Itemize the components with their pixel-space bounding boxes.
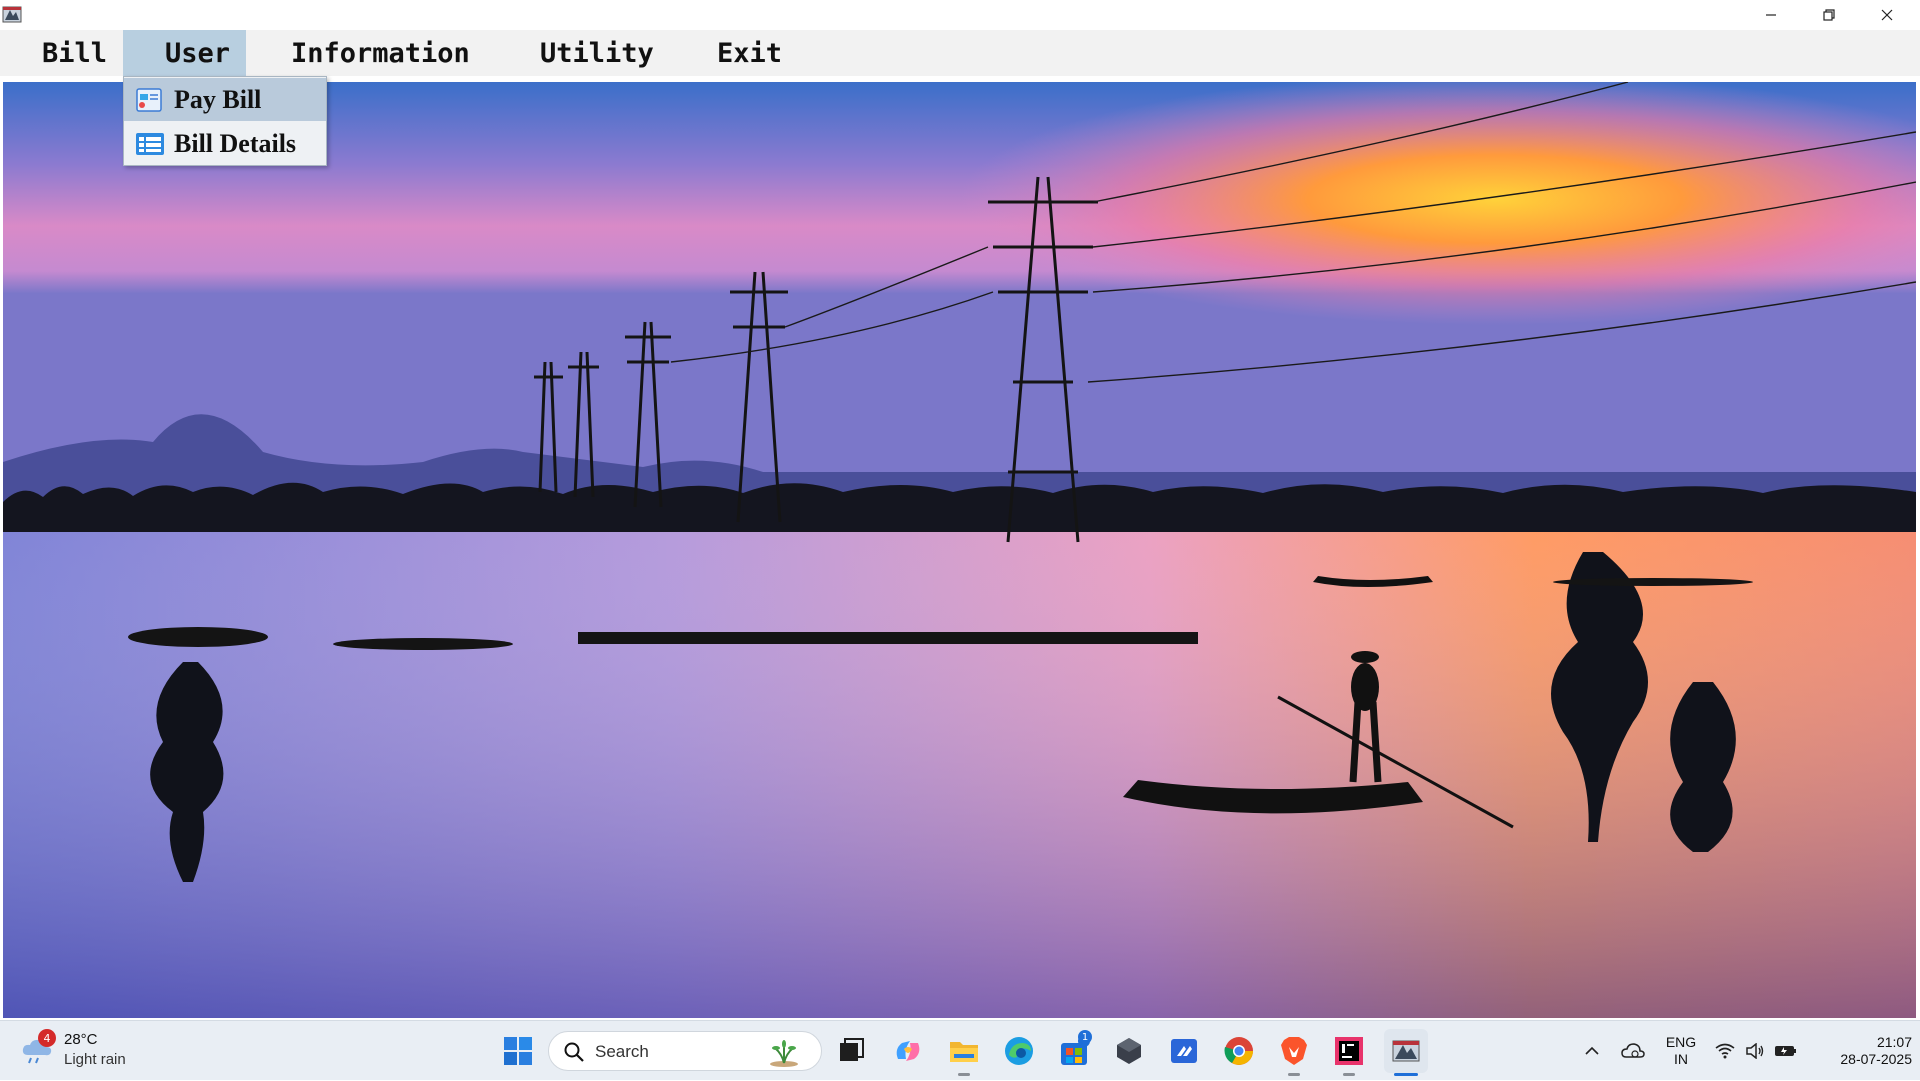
menu-exit[interactable]: Exit: [707, 30, 792, 76]
edge-icon: [1005, 1037, 1033, 1065]
folder-icon: [950, 1042, 978, 1062]
task-view-icon: [840, 1038, 864, 1061]
wifi-icon: [1715, 1043, 1735, 1059]
clock-date: 28-07-2025: [1840, 1051, 1912, 1067]
edge-button[interactable]: [1001, 1033, 1037, 1069]
battery-button[interactable]: [1772, 1033, 1800, 1069]
input-language[interactable]: ENG IN: [1660, 1021, 1702, 1081]
task-view-button[interactable]: [834, 1033, 870, 1069]
title-bar: [0, 0, 1920, 30]
store-badge: 1: [1078, 1030, 1092, 1044]
weather-widget[interactable]: 4 28°C Light rain: [20, 1029, 160, 1073]
restore-button[interactable]: [1800, 0, 1858, 30]
chevron-up-icon: [1585, 1046, 1599, 1055]
taskbar-search[interactable]: Search: [548, 1031, 822, 1071]
weather-temperature: 28°C: [64, 1031, 98, 1048]
close-icon: [1881, 9, 1893, 21]
chrome-button[interactable]: [1221, 1033, 1257, 1069]
restore-icon: [1823, 9, 1835, 21]
windows-start-icon: [504, 1037, 532, 1065]
user-dropdown-menu: Pay Bill Bill Details: [123, 76, 327, 166]
terminal-app-icon: [1171, 1039, 1197, 1063]
unity-button[interactable]: [1111, 1033, 1147, 1069]
menu-bar: Bill User Information Utility Exit: [0, 30, 1920, 76]
running-indicator: [958, 1073, 970, 1076]
taskbar: 4 28°C Light rain Search 1 ENG IN 21:07 …: [0, 1020, 1920, 1080]
intellij-icon: [1335, 1037, 1363, 1065]
menu-utility[interactable]: Utility: [530, 30, 664, 76]
minimize-button[interactable]: [1742, 0, 1800, 30]
language-code: ENG: [1665, 1034, 1697, 1050]
weather-alert-badge: 4: [38, 1029, 56, 1047]
background-image: [3, 82, 1916, 1018]
close-button[interactable]: [1858, 0, 1916, 30]
running-indicator: [1343, 1073, 1355, 1076]
clock-time: 21:07: [1876, 1034, 1912, 1050]
battery-charging-icon: [1775, 1046, 1796, 1056]
show-hidden-icons-button[interactable]: [1578, 1033, 1606, 1069]
copilot-icon: [896, 1041, 920, 1061]
speaker-icon: [1746, 1043, 1764, 1059]
search-icon: [564, 1042, 584, 1062]
menu-bill[interactable]: Bill: [32, 30, 117, 76]
active-indicator: [1394, 1073, 1418, 1076]
region-code: IN: [1674, 1051, 1688, 1067]
pay-bill-icon: [136, 87, 162, 112]
search-placeholder: Search: [595, 1042, 649, 1061]
file-explorer-button[interactable]: [946, 1033, 982, 1069]
intellij-button[interactable]: [1331, 1033, 1367, 1069]
bill-details-label: Bill Details: [174, 128, 297, 158]
pay-bill-label: Pay Bill: [174, 84, 262, 114]
cube-app-icon: [1117, 1038, 1141, 1064]
app-icon: [2, 4, 22, 24]
java-app-icon: [1392, 1040, 1420, 1062]
weather-description: Light rain: [64, 1051, 126, 1068]
onedrive-button[interactable]: [1616, 1033, 1650, 1069]
clock[interactable]: 21:07 28-07-2025: [1808, 1021, 1912, 1081]
cloud-sync-icon: [1621, 1043, 1645, 1058]
menu-user[interactable]: User: [123, 30, 246, 76]
network-button[interactable]: [1712, 1033, 1738, 1069]
volume-button[interactable]: [1742, 1033, 1768, 1069]
menu-item-pay-bill[interactable]: Pay Bill: [124, 78, 326, 121]
running-indicator: [1288, 1073, 1300, 1076]
search-highlight-icon: [770, 1040, 798, 1067]
chrome-icon: [1224, 1037, 1253, 1065]
minimize-icon: [1766, 14, 1776, 16]
brave-lion-icon: [1281, 1037, 1307, 1065]
menu-information[interactable]: Information: [281, 30, 480, 76]
brave-button[interactable]: [1276, 1033, 1312, 1069]
bill-details-icon: [136, 132, 164, 155]
start-button[interactable]: [500, 1033, 536, 1069]
copilot-button[interactable]: [890, 1033, 926, 1069]
menu-item-bill-details[interactable]: Bill Details: [124, 122, 326, 165]
terminal-button[interactable]: [1166, 1033, 1202, 1069]
java-app-button[interactable]: [1384, 1029, 1428, 1073]
